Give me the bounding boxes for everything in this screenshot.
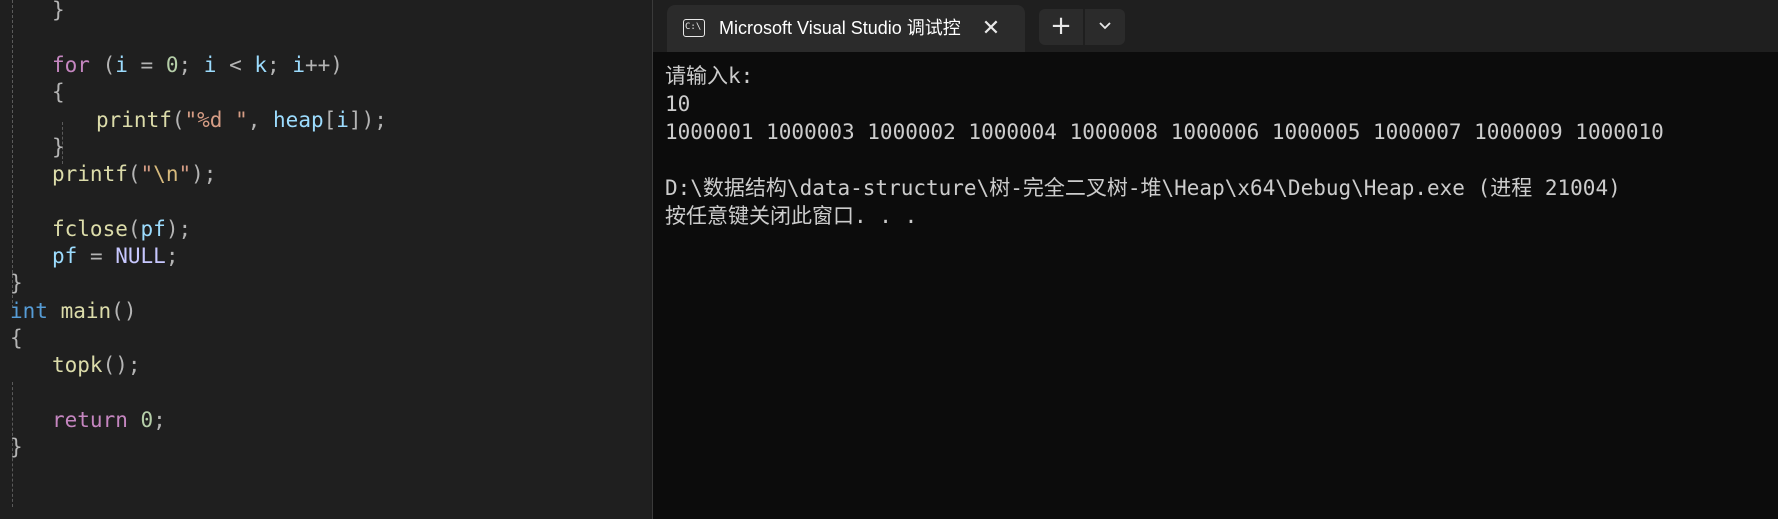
code-token: topk [52,353,103,377]
code-token: ; [165,244,179,268]
code-token: pf [52,244,78,268]
code-token: NULL [115,244,166,268]
code-token: return [52,408,128,432]
indent-guide [12,0,13,308]
code-line: printf("%d ", heap[i]); [96,105,387,135]
code-line: { [10,323,23,353]
code-token: i [115,53,128,77]
code-token: } [52,0,65,22]
code-token: i [203,53,217,77]
console-line: 请输入k: [665,64,754,88]
code-line: printf("\n"); [52,159,216,189]
console-line: 1000001 1000003 1000002 1000004 1000008 … [665,120,1664,144]
console-icon-text: C:\ [685,22,702,32]
code-token: " [178,162,192,186]
tab-dropdown-button[interactable] [1085,9,1125,45]
code-token: "%d " [184,108,248,132]
code-line: return 0; [52,405,166,435]
code-token: pf [140,217,166,241]
code-token: = [127,53,166,77]
code-line: } [10,268,23,298]
code-line: } [52,0,65,25]
code-line: pf = NULL; [52,241,178,271]
console-output: 请输入k: 10 1000001 1000003 1000002 1000004 1… [665,62,1778,230]
chevron-down-icon [1099,22,1111,30]
code-token: { [10,326,23,350]
code-token: } [10,271,23,295]
code-token: { [52,80,65,104]
code-token: k [254,53,268,77]
code-token: i [292,53,305,77]
code-token: fclose [52,217,128,241]
code-line: topk(); [52,350,141,380]
tab-title: Microsoft Visual Studio 调试控 [719,18,961,38]
code-token: printf [96,108,172,132]
code-line: int main() [10,296,136,326]
code-line: } [52,132,65,162]
console-line: D:\数据结构\data-structure\树-完全二叉树-堆\Heap\x6… [665,176,1621,200]
console-icon: C:\ [683,19,705,37]
code-token: , [247,108,274,132]
code-token: } [52,135,65,159]
code-token: ); [165,217,192,241]
code-token: ( [127,217,141,241]
code-token: < [216,53,255,77]
code-token: ; [178,53,204,77]
code-token: " [140,162,154,186]
code-token: } [10,435,23,459]
code-token: main [60,299,112,323]
code-token: ]); [348,108,387,132]
close-icon[interactable]: ✕ [979,17,1003,41]
code-token: ( [171,108,185,132]
console-line: 10 [665,92,691,116]
terminal-tab-active[interactable]: C:\ Microsoft Visual Studio 调试控 ✕ [667,5,1025,52]
new-tab-button[interactable]: + [1039,9,1083,45]
code-token: (); [102,353,141,377]
code-token: int [10,299,48,323]
code-line: } [10,432,23,462]
console-line: 按任意键关闭此窗口. . . [665,204,918,228]
code-token: \n [153,162,179,186]
code-token: ( [89,53,116,77]
code-token: () [111,299,137,323]
code-token: ; [267,53,293,77]
code-token: ++) [304,53,343,77]
code-token: printf [52,162,128,186]
code-token: for [52,53,90,77]
terminal-tab-bar: C:\ Microsoft Visual Studio 调试控 ✕ + [653,0,1778,52]
code-token: ); [191,162,217,186]
code-token: 0 [165,53,179,77]
code-token: heap [273,108,324,132]
code-token: ( [127,162,141,186]
code-token: [ [323,108,337,132]
code-editor[interactable]: } for (i = 0; i < k; i++){printf("%d ", h… [0,0,650,519]
console-window[interactable]: C:\ Microsoft Visual Studio 调试控 ✕ + 请输入k… [652,0,1778,519]
code-line: for (i = 0; i < k; i++) [52,50,343,80]
code-line: { [52,77,65,107]
code-token: ; [153,408,166,432]
code-line: fclose(pf); [52,214,191,244]
code-token: = [77,244,116,268]
code-token: 0 [140,408,154,432]
code-token: i [336,108,349,132]
